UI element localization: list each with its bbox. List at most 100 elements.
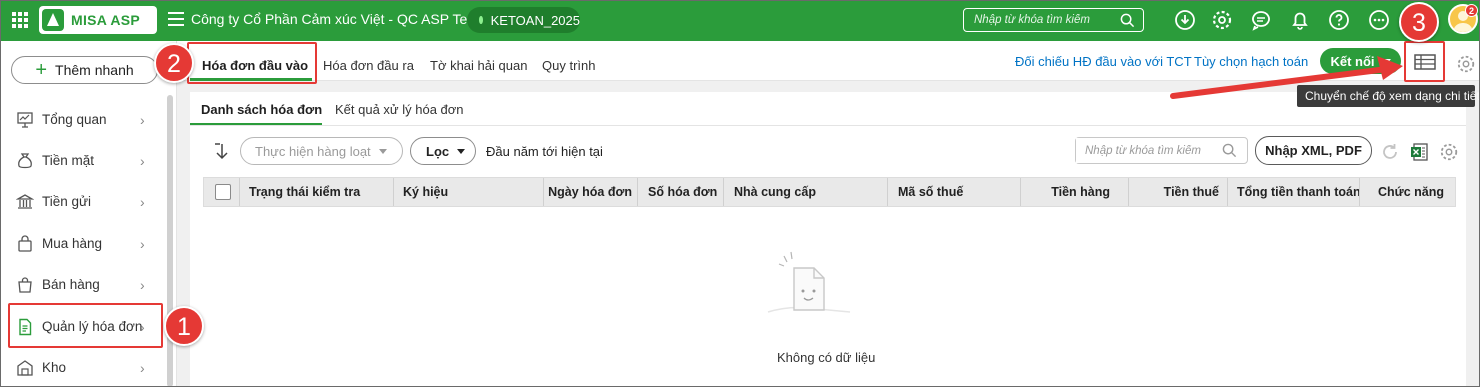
detail-view-toggle-icon[interactable] [1413, 52, 1437, 72]
sidebar-scrollbar[interactable] [167, 95, 173, 387]
batch-action-label: Thực hiện hàng loạt [255, 143, 371, 159]
chart-board-icon [17, 112, 33, 128]
column-header[interactable]: Tổng tiền thanh toán [1237, 178, 1359, 206]
company-name[interactable]: Công ty Cổ Phần Cảm xúc Việt - QC ASP Te… [191, 11, 478, 27]
chevron-right-icon: › [140, 111, 145, 128]
chevron-down-icon [457, 148, 466, 154]
refresh-icon[interactable] [1380, 142, 1400, 162]
excel-export-icon[interactable] [1409, 142, 1429, 162]
sidebar-item-label: Tổng quan [42, 112, 107, 127]
chevron-right-icon: › [140, 193, 145, 210]
tab-output-invoices[interactable]: Hóa đơn đầu ra [323, 58, 414, 73]
select-all-checkbox[interactable] [215, 184, 231, 200]
apps-grid-icon[interactable] [12, 12, 28, 28]
column-header[interactable]: Mã số thuế [898, 178, 1018, 206]
column-divider [1227, 178, 1228, 206]
global-search[interactable] [963, 8, 1144, 32]
sidebar-item-label: Kho [42, 360, 67, 375]
step-1-marker: 1 [164, 306, 204, 346]
column-header[interactable]: Tiền thuế [1129, 178, 1221, 206]
column-header[interactable]: Trạng thái kiểm tra [249, 178, 394, 206]
sidebar: + Thêm nhanh Tổng quan › Tiền mặt › Tiền… [0, 41, 177, 387]
view-mode-tooltip: Chuyển chế độ xem dạng chi tiết [1297, 85, 1480, 107]
global-search-input[interactable] [964, 9, 1114, 31]
sidebar-item-label: Quản lý hóa đơn [42, 319, 143, 334]
sidebar-item-overview[interactable]: Tổng quan › [0, 99, 165, 140]
more-icon[interactable] [1368, 9, 1390, 31]
money-bag-icon [18, 153, 32, 169]
sidebar-item-purchase[interactable]: Mua hàng › [0, 223, 165, 264]
batch-action-button[interactable]: Thực hiện hàng loạt [240, 137, 403, 165]
menu-icon[interactable] [168, 12, 184, 26]
column-divider [239, 178, 240, 206]
tab-customs-declaration[interactable]: Tờ khai hải quan [430, 58, 527, 73]
column-divider [887, 178, 888, 206]
list-search-input[interactable] [1076, 138, 1216, 163]
invoice-icon [19, 318, 32, 336]
column-header[interactable]: Tiền hàng [1021, 178, 1112, 206]
column-header[interactable]: Số hóa đơn [648, 178, 724, 206]
sidebar-item-label: Tiền mặt [42, 153, 95, 168]
database-name: KETOAN_2025 [490, 12, 580, 28]
sort-arrow-icon[interactable] [213, 142, 229, 160]
chat-icon[interactable] [1250, 9, 1272, 31]
sidebar-item-label: Bán hàng [42, 277, 100, 292]
filter-button[interactable]: Lọc [410, 137, 476, 165]
step-3-marker: 3 [1399, 2, 1439, 42]
column-header[interactable]: Nhà cung cấp [734, 178, 884, 206]
settings-icon[interactable] [1456, 54, 1476, 74]
invoice-list-panel: Danh sách hóa đơn Kết quả xử lý hóa đơn … [190, 92, 1466, 387]
sidebar-item-label: Mua hàng [42, 236, 103, 251]
sidebar-item-sales[interactable]: Bán hàng › [0, 264, 165, 305]
misa-logo-icon [42, 9, 64, 31]
step-2-marker: 2 [154, 43, 194, 83]
notification-badge: 2 [1465, 4, 1478, 17]
help-icon[interactable] [1328, 9, 1350, 31]
list-search[interactable] [1075, 137, 1248, 164]
sidebar-item-deposit[interactable]: Tiền gửi › [0, 181, 165, 222]
top-navbar: MISA ASP Công ty Cổ Phần Cảm xúc Việt - … [0, 0, 1480, 41]
sidebar-item-invoice-management[interactable]: Quản lý hóa đơn › [0, 306, 165, 347]
sidebar-item-label: Tiền gửi [42, 194, 92, 209]
divider [190, 125, 1466, 126]
search-icon[interactable] [1222, 143, 1237, 158]
download-icon[interactable] [1174, 9, 1196, 31]
column-header[interactable]: Ký hiệu [403, 178, 543, 206]
plus-icon: + [35, 59, 48, 81]
sidebar-item-warehouse[interactable]: Kho › [0, 347, 165, 387]
column-divider [393, 178, 394, 206]
column-header[interactable]: Ngày hóa đơn [544, 178, 634, 206]
chevron-right-icon: › [140, 152, 145, 169]
empty-document-icon [767, 251, 851, 313]
column-header[interactable]: Chức năng [1360, 178, 1446, 206]
subtab-invoice-list[interactable]: Danh sách hóa đơn [201, 102, 322, 117]
warehouse-icon [17, 360, 33, 376]
bank-icon [16, 194, 34, 209]
sales-bag-icon [18, 277, 32, 293]
subtab-processing-results[interactable]: Kết quả xử lý hóa đơn [335, 102, 464, 117]
filter-label: Lọc [426, 143, 450, 159]
table-header: Trạng thái kiểm tra Ký hiệu Ngày hóa đơn… [203, 177, 1456, 207]
logo-text: MISA ASP [71, 12, 141, 28]
database-badge[interactable]: KETOAN_2025 [467, 7, 580, 33]
sidebar-item-cash[interactable]: Tiền mặt › [0, 140, 165, 181]
search-icon[interactable] [1120, 13, 1135, 28]
status-dot-icon [479, 16, 483, 24]
period-label[interactable]: Đầu năm tới hiện tại [486, 144, 603, 159]
column-divider [723, 178, 724, 206]
quick-add-label: Thêm nhanh [55, 62, 134, 78]
table-settings-icon[interactable] [1439, 142, 1459, 162]
empty-state-text: Không có dữ liệu [777, 350, 876, 365]
chevron-right-icon: › [140, 359, 145, 376]
shopping-bag-icon [18, 235, 32, 252]
gear-icon[interactable] [1211, 9, 1233, 31]
tab-input-invoices[interactable]: Hóa đơn đầu vào [202, 58, 308, 73]
chevron-down-icon [378, 148, 387, 154]
app-logo[interactable]: MISA ASP [39, 6, 157, 34]
tab-process[interactable]: Quy trình [542, 58, 595, 73]
import-xml-pdf-button[interactable]: Nhập XML, PDF [1255, 136, 1372, 165]
chevron-right-icon: › [140, 235, 145, 252]
bell-icon[interactable] [1289, 9, 1311, 31]
column-divider [637, 178, 638, 206]
quick-add-button[interactable]: + Thêm nhanh [11, 56, 158, 84]
